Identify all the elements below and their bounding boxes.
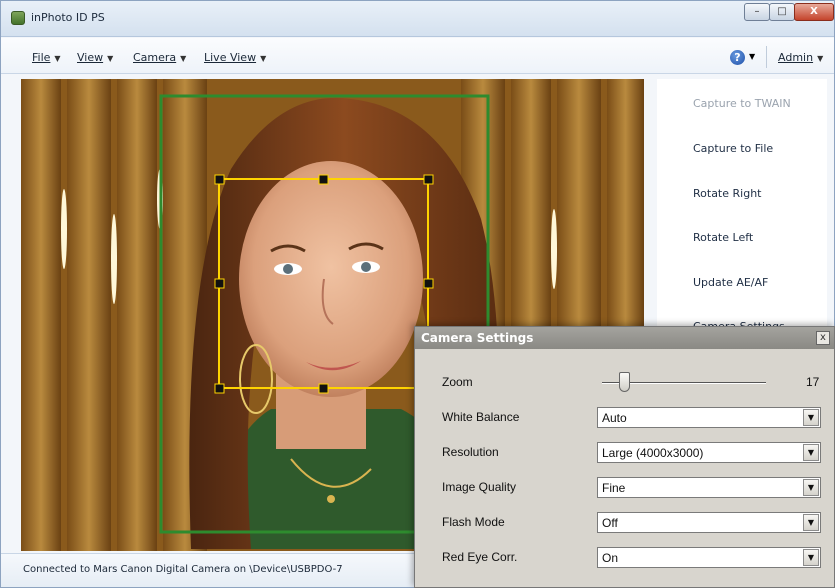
zoom-label: Zoom (442, 375, 473, 389)
minimize-button[interactable]: – (744, 3, 770, 21)
image-quality-select[interactable]: Fine ▼ (597, 477, 821, 498)
white-balance-select[interactable]: Auto ▼ (597, 407, 821, 428)
chevron-down-icon[interactable]: ▼ (803, 514, 819, 531)
rotate-right-button[interactable]: Rotate Right (693, 187, 761, 200)
dialog-title-bar[interactable]: Camera Settings x (415, 327, 834, 349)
dialog-title: Camera Settings (421, 331, 534, 345)
red-eye-label: Red Eye Corr. (442, 550, 518, 564)
chevron-down-icon: ▼ (817, 54, 824, 63)
menu-live-view[interactable]: Live View ▼ (204, 51, 266, 64)
chevron-down-icon: ▼ (180, 54, 187, 63)
maximize-button[interactable]: □ (769, 3, 795, 21)
white-balance-value: Auto (602, 411, 627, 425)
chevron-down-icon: ▼ (260, 54, 267, 63)
zoom-value: 17 (806, 375, 820, 389)
window-title: inPhoto ID PS (31, 11, 105, 24)
chevron-down-icon: ▼ (107, 54, 114, 63)
dialog-close-button[interactable]: x (816, 331, 830, 345)
resolution-select[interactable]: Large (4000x3000) ▼ (597, 442, 821, 463)
chevron-down-icon[interactable]: ▼ (749, 52, 755, 61)
resolution-value: Large (4000x3000) (602, 446, 704, 460)
status-text: Connected to Mars Canon Digital Camera o… (23, 564, 343, 575)
white-balance-label: White Balance (442, 410, 520, 424)
red-eye-select[interactable]: On ▼ (597, 547, 821, 568)
update-ae-af-button[interactable]: Update AE/AF (693, 276, 768, 289)
flash-mode-label: Flash Mode (442, 515, 505, 529)
image-quality-label: Image Quality (442, 480, 517, 494)
capture-to-twain-button[interactable]: Capture to TWAIN (693, 97, 791, 110)
chevron-down-icon[interactable]: ▼ (803, 444, 819, 461)
face (239, 161, 423, 397)
close-button[interactable]: X (794, 3, 834, 21)
menu-view[interactable]: View ▼ (77, 51, 113, 64)
menu-camera[interactable]: Camera ▼ (133, 51, 186, 64)
menu-file-label: File (32, 51, 51, 64)
menu-camera-label: Camera (133, 51, 177, 64)
camera-settings-dialog: Camera Settings x Zoom 17 White Balance … (414, 326, 835, 588)
flash-mode-select[interactable]: Off ▼ (597, 512, 821, 533)
red-eye-value: On (602, 551, 619, 565)
chevron-down-icon[interactable]: ▼ (803, 549, 819, 566)
menu-separator (766, 46, 767, 68)
chevron-down-icon: ▼ (54, 54, 61, 63)
capture-to-file-button[interactable]: Capture to File (693, 142, 773, 155)
rotate-left-button[interactable]: Rotate Left (693, 231, 753, 244)
help-icon[interactable]: ? (730, 50, 745, 65)
zoom-slider-thumb[interactable] (619, 372, 630, 392)
flash-mode-value: Off (602, 516, 618, 530)
menu-live-view-label: Live View (204, 51, 257, 64)
chevron-down-icon[interactable]: ▼ (803, 409, 819, 426)
chevron-down-icon[interactable]: ▼ (803, 479, 819, 496)
image-quality-value: Fine (602, 481, 626, 495)
menu-admin-label: Admin (778, 51, 814, 64)
resolution-label: Resolution (442, 445, 499, 459)
menu-admin[interactable]: Admin ▼ (778, 51, 823, 64)
menu-view-label: View (77, 51, 104, 64)
title-bar[interactable]: inPhoto ID PS – □ X (1, 1, 834, 37)
menu-bar: File ▼ View ▼ Camera ▼ Live View ▼ ? ▼ Admin… (1, 38, 834, 74)
menu-file[interactable]: File ▼ (32, 51, 61, 64)
app-icon (11, 11, 25, 25)
